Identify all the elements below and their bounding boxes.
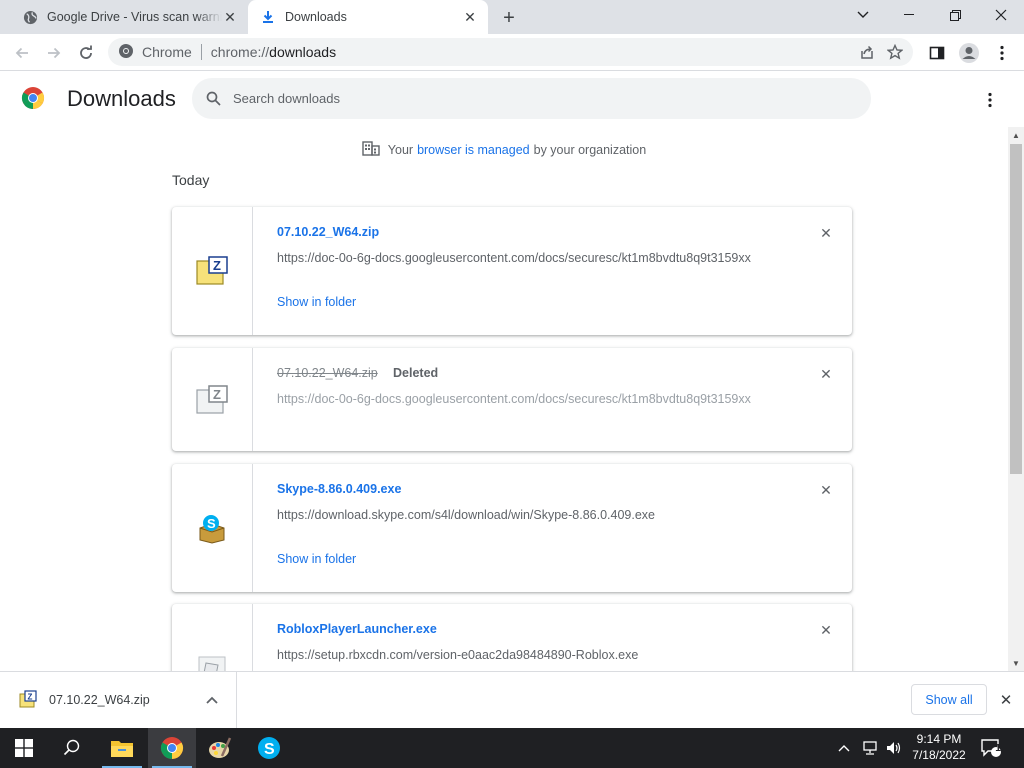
more-actions-icon[interactable]	[978, 88, 1002, 112]
chevron-up-icon[interactable]	[204, 692, 220, 708]
forward-button[interactable]	[40, 39, 68, 67]
shelf-file-name: 07.10.22_W64.zip	[49, 693, 150, 707]
close-tab-icon[interactable]: ✕	[462, 9, 478, 25]
bookmark-star-icon[interactable]	[881, 38, 909, 66]
clock-time: 9:14 PM	[916, 732, 962, 746]
svg-text:Z: Z	[28, 693, 33, 702]
chrome-icon	[118, 43, 134, 62]
file-name: 07.10.22_W64.zip	[277, 366, 378, 380]
share-icon[interactable]	[853, 38, 881, 66]
building-icon	[362, 140, 380, 159]
windows-start-icon[interactable]	[0, 728, 48, 768]
search-input[interactable]	[233, 91, 833, 106]
status-deleted: Deleted	[393, 366, 439, 380]
source-url-link[interactable]: https://download.skype.com/s4l/download/…	[277, 508, 777, 522]
download-item: RobloxPlayerLauncher.exe https://setup.r…	[172, 604, 852, 671]
download-icon	[260, 9, 276, 25]
clock-date: 7/18/2022	[912, 748, 966, 762]
file-name-link[interactable]: RobloxPlayerLauncher.exe	[277, 622, 437, 636]
download-item: Z 07.10.22_W64.zip https://doc-0o-6g-doc…	[172, 207, 852, 335]
address-bar[interactable]: Chrome chrome://downloads	[108, 38, 913, 66]
page-title: Downloads	[67, 86, 176, 111]
exe-file-icon	[172, 604, 253, 671]
tab-google-drive[interactable]: Google Drive - Virus scan warning ✕	[8, 0, 248, 34]
side-panel-icon[interactable]	[923, 39, 951, 67]
windows-taskbar: S 9:14 PM 7/18/2022 1	[0, 728, 1024, 768]
skype-installer-icon: S	[172, 464, 253, 592]
file-name-link[interactable]: Skype-8.86.0.409.exe	[277, 482, 401, 496]
profile-avatar[interactable]	[955, 39, 983, 67]
site-label: Chrome	[142, 44, 192, 60]
tab-title: Downloads	[285, 10, 347, 24]
show-hidden-icons-chevron-icon[interactable]	[838, 728, 856, 768]
file-explorer-icon[interactable]	[98, 728, 146, 768]
new-tab-button[interactable]: +	[498, 7, 520, 29]
skype-taskbar-icon[interactable]: S	[245, 728, 293, 768]
toolbar: Chrome chrome://downloads	[0, 34, 1024, 71]
svg-text:S: S	[264, 741, 275, 758]
site-info-chip[interactable]: Chrome	[108, 43, 192, 62]
close-tab-icon[interactable]: ✕	[222, 9, 238, 25]
zip-file-icon: Z	[172, 348, 253, 451]
remove-item-icon[interactable]: ✕	[818, 622, 834, 638]
downloads-list: Your browser is managed by your organiza…	[0, 127, 1008, 671]
show-in-folder-link[interactable]: Show in folder	[277, 295, 356, 309]
restore-button[interactable]	[932, 0, 978, 30]
chrome-logo-icon	[21, 86, 45, 110]
back-button[interactable]	[8, 39, 36, 67]
reload-button[interactable]	[72, 39, 100, 67]
close-shelf-icon[interactable]: ✕	[998, 692, 1014, 709]
svg-text:S: S	[207, 516, 216, 531]
network-icon[interactable]	[862, 728, 882, 768]
shelf-download-item[interactable]: Z 07.10.22_W64.zip	[0, 672, 237, 728]
download-item: S Skype-8.86.0.409.exe https://download.…	[172, 464, 852, 592]
tab-search-icon[interactable]	[840, 0, 886, 30]
managed-notice: Your browser is managed by your organiza…	[0, 140, 1008, 159]
tab-title: Google Drive - Virus scan warning	[47, 10, 222, 24]
downloads-header: Downloads	[0, 71, 1024, 127]
scroll-up-arrow-icon[interactable]: ▲	[1008, 127, 1024, 143]
chrome-taskbar-icon[interactable]	[148, 728, 196, 768]
source-url-link[interactable]: https://doc-0o-6g-docs.googleusercontent…	[277, 251, 777, 265]
remove-item-icon[interactable]: ✕	[818, 366, 834, 382]
volume-icon[interactable]	[886, 728, 906, 768]
notification-count-badge: 1	[995, 743, 1001, 754]
close-window-button[interactable]	[978, 0, 1024, 30]
date-section-heading: Today	[172, 172, 210, 188]
download-item: Z 07.10.22_W64.zip Deleted https://doc-0…	[172, 348, 852, 451]
show-all-button[interactable]: Show all	[911, 684, 987, 715]
source-url-link[interactable]: https://setup.rbxcdn.com/version-e0aac2d…	[277, 648, 777, 662]
divider	[200, 44, 202, 60]
url-text: chrome://downloads	[210, 44, 337, 60]
svg-text:Z: Z	[213, 258, 221, 273]
notification-center-icon[interactable]: 1	[980, 728, 1010, 768]
zip-file-icon: Z	[19, 690, 37, 713]
remove-item-icon[interactable]: ✕	[818, 225, 834, 241]
search-icon	[206, 91, 221, 106]
search-box[interactable]	[192, 78, 871, 119]
show-in-folder-link[interactable]: Show in folder	[277, 552, 356, 566]
paint-app-icon[interactable]	[196, 728, 244, 768]
scrollbar-thumb[interactable]	[1010, 144, 1022, 474]
download-shelf: Z 07.10.22_W64.zip Show all ✕	[0, 671, 1024, 728]
file-name-link[interactable]: 07.10.22_W64.zip	[277, 225, 379, 239]
managed-link[interactable]: browser is managed	[417, 143, 530, 157]
source-url-link[interactable]: https://doc-0o-6g-docs.googleusercontent…	[277, 392, 777, 406]
remove-item-icon[interactable]: ✕	[818, 482, 834, 498]
globe-icon	[22, 9, 38, 25]
svg-text:Z: Z	[213, 387, 221, 402]
zip-file-icon: Z	[172, 207, 253, 335]
taskbar-search-icon[interactable]	[48, 728, 96, 768]
scrollbar[interactable]: ▲ ▼	[1008, 127, 1024, 671]
system-clock[interactable]: 9:14 PM 7/18/2022	[908, 731, 970, 763]
minimize-button[interactable]	[886, 0, 932, 30]
scroll-down-arrow-icon[interactable]: ▼	[1008, 655, 1024, 671]
chrome-menu-icon[interactable]	[988, 39, 1016, 67]
tab-downloads[interactable]: Downloads ✕	[248, 0, 488, 34]
tab-strip: Google Drive - Virus scan warning ✕ Down…	[0, 0, 1024, 34]
